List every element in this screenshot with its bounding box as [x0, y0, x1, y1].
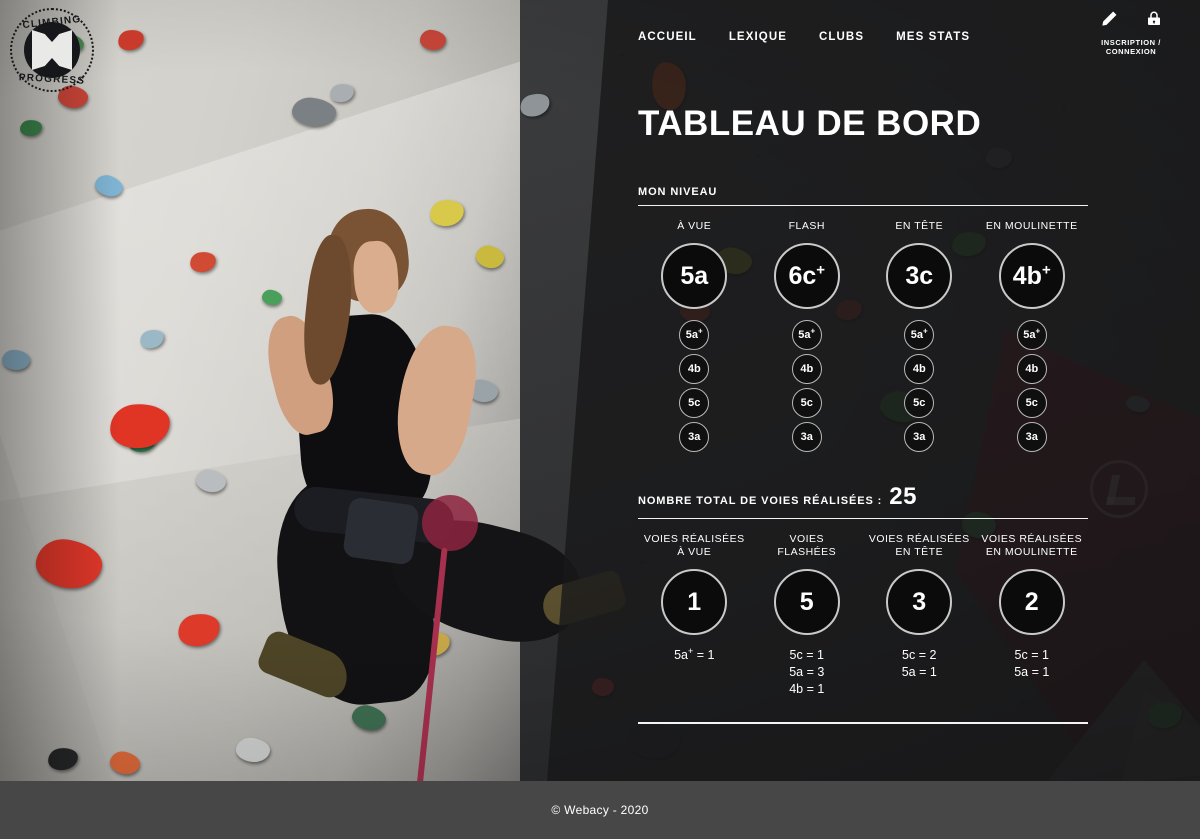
- page-title: TABLEAU DE BORD: [638, 104, 982, 143]
- total-count-circle[interactable]: 3: [886, 569, 953, 635]
- total-breakdown: 5c = 1 5a = 3 4b = 1: [789, 647, 824, 698]
- total-count: 25: [889, 483, 917, 510]
- total-columns: VOIES RÉALISÉES À VUE 1 5a+ = 1 VOIES FLASHÉE…: [638, 533, 1088, 698]
- total-breakdown-row: 5a = 1: [1014, 665, 1050, 679]
- account-label[interactable]: INSCRIPTION / CONNEXION: [1076, 38, 1186, 56]
- total-breakdown-row: 5a = 1: [901, 665, 937, 679]
- level-section: MON NIVEAU À VUE 5a 5a+ 4b 5c 3a FLASH 6c+ 5a+ 4b…: [638, 186, 1088, 452]
- page-footer: © Webacy - 2020: [0, 781, 1200, 839]
- nav-item-lexique[interactable]: LEXIQUE: [729, 31, 787, 43]
- level-column-header: FLASH: [788, 220, 825, 232]
- level-subgrade-circle[interactable]: 3a: [679, 422, 710, 452]
- total-column-header-line1: VOIES RÉALISÉES: [981, 533, 1083, 545]
- account-icons: [1076, 8, 1186, 34]
- total-column-header-line2: À VUE: [677, 546, 712, 558]
- level-subgrade-list: 5a+ 4b 5c 3a: [679, 316, 710, 452]
- level-subgrade-circle[interactable]: 5c: [679, 388, 710, 418]
- total-column-header-line1: VOIES: [789, 533, 825, 545]
- level-column-header: EN MOULINETTE: [985, 220, 1078, 232]
- level-grade-circle[interactable]: 6c+: [773, 243, 840, 309]
- total-breakdown-row: 5a+ = 1: [674, 645, 715, 662]
- total-column: VOIES FLASHÉES 5 5c = 1 5a = 3 4b = 1: [751, 533, 864, 698]
- total-breakdown: 5c = 1 5a = 1: [1014, 647, 1049, 681]
- level-subgrade-circle[interactable]: 4b: [1016, 354, 1047, 384]
- page-root: CLIMBING PROGRESS ACCUEIL LEXIQUE CLUBS MES…: [0, 0, 1200, 839]
- level-columns: À VUE 5a 5a+ 4b 5c 3a FLASH 6c+ 5a+ 4b 5c 3a EN TÊTE…: [638, 220, 1088, 452]
- total-column-header-line2: FLASHÉES: [777, 546, 837, 558]
- level-subgrade-circle[interactable]: 3a: [791, 422, 822, 452]
- total-breakdown-row: 5c = 1: [789, 648, 824, 662]
- total-section-rule: [638, 518, 1088, 519]
- level-column-header: EN TÊTE: [895, 220, 944, 232]
- bottom-rule: [638, 722, 1088, 724]
- level-grade-circle[interactable]: 4b+: [998, 243, 1065, 309]
- total-section-label: NOMBRE TOTAL DE VOIES RÉALISÉES :: [638, 495, 883, 507]
- level-column: FLASH 6c+ 5a+ 4b 5c 3a: [751, 220, 864, 452]
- total-column: VOIES RÉALISÉES EN TÊTE 3 5c = 2 5a = 1: [863, 533, 976, 698]
- level-subgrade-list: 5a+ 4b 5c 3a: [1016, 316, 1047, 452]
- total-breakdown-row: 4b = 1: [789, 682, 825, 696]
- total-column-header-line1: VOIES RÉALISÉES: [868, 533, 970, 545]
- total-column-header: VOIES RÉALISÉES EN TÊTE: [869, 533, 970, 559]
- nav-item-clubs[interactable]: CLUBS: [819, 31, 864, 43]
- pencil-icon[interactable]: [1099, 9, 1119, 34]
- total-column-header-line1: VOIES RÉALISÉES: [643, 533, 745, 545]
- site-logo[interactable]: CLIMBING PROGRESS: [10, 8, 94, 92]
- level-subgrade-circle[interactable]: 5c: [791, 388, 822, 418]
- total-column-header-line2: EN TÊTE: [895, 546, 944, 558]
- total-column: VOIES RÉALISÉES À VUE 1 5a+ = 1: [638, 533, 751, 698]
- total-breakdown-row: 5c = 2: [902, 648, 937, 662]
- main-navigation[interactable]: ACCUEIL LEXIQUE CLUBS MES STATS: [638, 31, 970, 43]
- lock-icon[interactable]: [1145, 9, 1163, 34]
- level-subgrade-list: 5a+ 4b 5c 3a: [904, 316, 935, 452]
- level-column-header: À VUE: [677, 220, 712, 232]
- total-column-header: VOIES FLASHÉES: [777, 533, 836, 559]
- level-subgrade-circle[interactable]: 5a+: [679, 320, 710, 350]
- level-grade-circle[interactable]: 5a: [661, 243, 728, 309]
- level-column: À VUE 5a 5a+ 4b 5c 3a: [638, 220, 751, 452]
- level-subgrade-circle[interactable]: 3a: [904, 422, 935, 452]
- level-subgrade-circle[interactable]: 4b: [904, 354, 935, 384]
- level-subgrade-circle[interactable]: 5a+: [1016, 320, 1047, 350]
- total-column-header: VOIES RÉALISÉES À VUE: [644, 533, 745, 559]
- level-subgrade-circle[interactable]: 4b: [791, 354, 822, 384]
- account-area[interactable]: INSCRIPTION / CONNEXION: [1076, 8, 1186, 56]
- total-section: NOMBRE TOTAL DE VOIES RÉALISÉES : 25 VOI…: [638, 483, 1088, 698]
- level-column: EN TÊTE 3c 5a+ 4b 5c 3a: [863, 220, 976, 452]
- level-subgrade-list: 5a+ 4b 5c 3a: [791, 316, 822, 452]
- total-breakdown-row: 5c = 1: [1014, 648, 1049, 662]
- level-section-rule: [638, 205, 1088, 206]
- total-column: VOIES RÉALISÉES EN MOULINETTE 2 5c = 1 5a = …: [976, 533, 1089, 698]
- total-column-header: VOIES RÉALISÉES EN MOULINETTE: [981, 533, 1082, 559]
- footer-copyright: © Webacy - 2020: [551, 803, 649, 817]
- level-subgrade-circle[interactable]: 3a: [1016, 422, 1047, 452]
- total-column-header-line2: EN MOULINETTE: [985, 546, 1078, 558]
- total-count-circle[interactable]: 1: [661, 569, 728, 635]
- level-column: EN MOULINETTE 4b+ 5a+ 4b 5c 3a: [976, 220, 1089, 452]
- level-subgrade-circle[interactable]: 5a+: [904, 320, 935, 350]
- level-subgrade-circle[interactable]: 5c: [904, 388, 935, 418]
- total-line: NOMBRE TOTAL DE VOIES RÉALISÉES : 25: [638, 483, 1088, 511]
- total-breakdown-row: 5a = 3: [789, 665, 825, 679]
- total-breakdown: 5c = 2 5a = 1: [902, 647, 937, 681]
- nav-item-mes-stats[interactable]: MES STATS: [896, 31, 970, 43]
- total-count-circle[interactable]: 5: [773, 569, 840, 635]
- nav-item-accueil[interactable]: ACCUEIL: [638, 31, 697, 43]
- level-subgrade-circle[interactable]: 4b: [679, 354, 710, 384]
- level-subgrade-circle[interactable]: 5a+: [791, 320, 822, 350]
- total-count-circle[interactable]: 2: [998, 569, 1065, 635]
- level-grade-circle[interactable]: 3c: [886, 243, 953, 309]
- level-subgrade-circle[interactable]: 5c: [1016, 388, 1047, 418]
- level-section-label: MON NIVEAU: [638, 186, 718, 198]
- total-breakdown: 5a+ = 1: [674, 645, 715, 664]
